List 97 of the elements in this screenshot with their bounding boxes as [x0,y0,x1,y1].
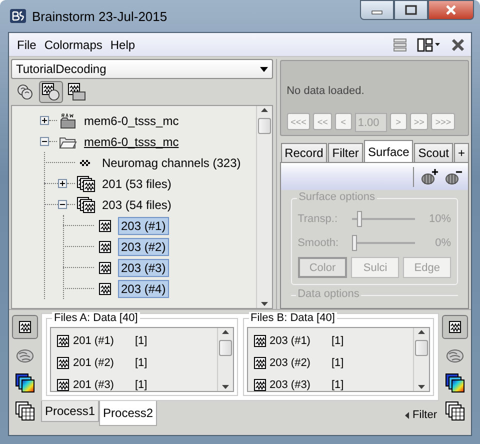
data-file-icon [96,218,114,234]
scroll-down-icon [418,385,425,389]
expand-icon[interactable] [40,116,49,125]
file-count: [1] [135,357,148,369]
tree-item[interactable]: mem6-0_tsss_mc [81,132,182,150]
tree-item[interactable]: Neuromag channels (323) [99,154,244,172]
status-text: No data loaded. [286,85,366,97]
view-mode-button[interactable] [39,81,63,103]
tree-item[interactable]: 203 (#3) [118,258,169,276]
data-brain-icon [42,83,60,101]
data-file-icon [254,335,266,347]
add-cortex-icon[interactable] [420,168,438,184]
group-title: Files A: Data [40] [52,312,140,324]
data-file-icon [57,357,69,369]
file-count: [1] [332,335,344,347]
data-type-button[interactable] [442,315,468,339]
group-title: Files B: Data [40] [248,312,337,324]
list-icon[interactable] [391,36,409,52]
tree-item[interactable]: mem6-0_tsss_mc [81,112,182,130]
scroll-thumb[interactable] [415,340,428,356]
caret-icon [404,412,409,418]
layout-icon[interactable] [417,36,441,52]
file-name: 203 (#1) [270,335,312,347]
tab[interactable]: Process2 [99,401,158,426]
scroll-down-icon [260,302,268,306]
scrollbar[interactable] [216,328,232,391]
file-stack-icon [77,196,95,212]
close-button[interactable] [428,0,474,20]
scroll-down-icon [222,385,228,389]
raw-folder-icon [59,112,77,128]
colormap-stack-icon [15,373,35,393]
file-stack-icon [77,176,95,192]
remove-cortex-icon[interactable] [444,168,462,184]
scroll-up-icon [418,330,425,334]
app-logo [10,8,26,24]
menu-item[interactable]: Colormaps [40,36,106,54]
data-file-icon [57,335,69,347]
file-name: 201 (#3) [73,379,115,391]
collapse-icon[interactable] [58,200,67,209]
data-file-icon [96,260,114,276]
expand-icon[interactable] [58,179,67,188]
tree-item[interactable]: 203 (#4) [118,280,169,298]
tree-item[interactable]: 203 (#2) [118,238,169,256]
scrollbar[interactable] [256,106,272,308]
file-name: 203 (#3) [270,379,312,391]
tree-item[interactable]: 201 (53 files) [99,174,174,192]
tab[interactable]: Filter [328,143,363,162]
data-file-icon [96,238,114,254]
tab[interactable]: Scout [414,143,453,162]
scrollbar[interactable] [413,328,429,391]
menu-item[interactable]: File [13,36,40,54]
caret-icon [260,66,268,72]
grid-stack-icon [445,401,465,421]
tab[interactable]: Surface [364,140,414,162]
window-title: Brainstorm 23-Jul-2015 [32,8,168,24]
file-name: 201 (#2) [73,357,115,369]
data-file-icon [16,319,34,335]
close-icon [445,5,457,15]
tree-item[interactable]: 203 (#1) [118,216,169,234]
data-file-icon [254,357,266,369]
maximize-button[interactable] [394,0,428,20]
slider-label: Transp.: [298,213,339,225]
file-count: [1] [135,379,148,391]
tab[interactable]: + [454,143,469,162]
data-file-icon [446,319,464,335]
data-folder-icon [68,83,86,101]
data-file-icon [254,379,266,391]
colormap-stack-icon [445,373,465,393]
menu-item[interactable]: Help [106,36,140,54]
tab[interactable]: Process1 [41,401,100,422]
filter-toggle[interactable]: Filter [404,409,439,421]
file-count: [1] [135,335,148,347]
protocol-dropdown[interactable]: TutorialDecoding [11,59,273,79]
minimize-button[interactable] [360,0,394,20]
slider-label: Smooth: [298,237,340,249]
file-count: [1] [332,357,344,369]
scroll-thumb[interactable] [218,340,232,356]
scroll-up-icon [260,108,268,112]
scroll-up-icon [222,330,228,334]
brain-icon [16,83,34,101]
maximize-icon [405,5,417,15]
slider-value: 10% [428,213,451,225]
slider-value: 0% [434,237,451,249]
group-title: Surface options [296,191,378,203]
file-count: [1] [332,379,344,391]
tab[interactable]: Record [280,143,328,162]
data-file-icon [96,280,114,296]
data-type-button[interactable] [12,315,38,339]
data-file-icon [57,379,69,391]
group-title: Data options [296,288,362,300]
file-name: 201 (#1) [73,335,115,347]
scroll-thumb[interactable] [258,118,271,134]
close-icon[interactable] [449,36,467,52]
tree-item[interactable]: 203 (54 files) [99,196,174,214]
file-name: 203 (#2) [270,357,312,369]
grid-stack-icon [15,401,35,421]
collapse-icon[interactable] [40,137,49,146]
